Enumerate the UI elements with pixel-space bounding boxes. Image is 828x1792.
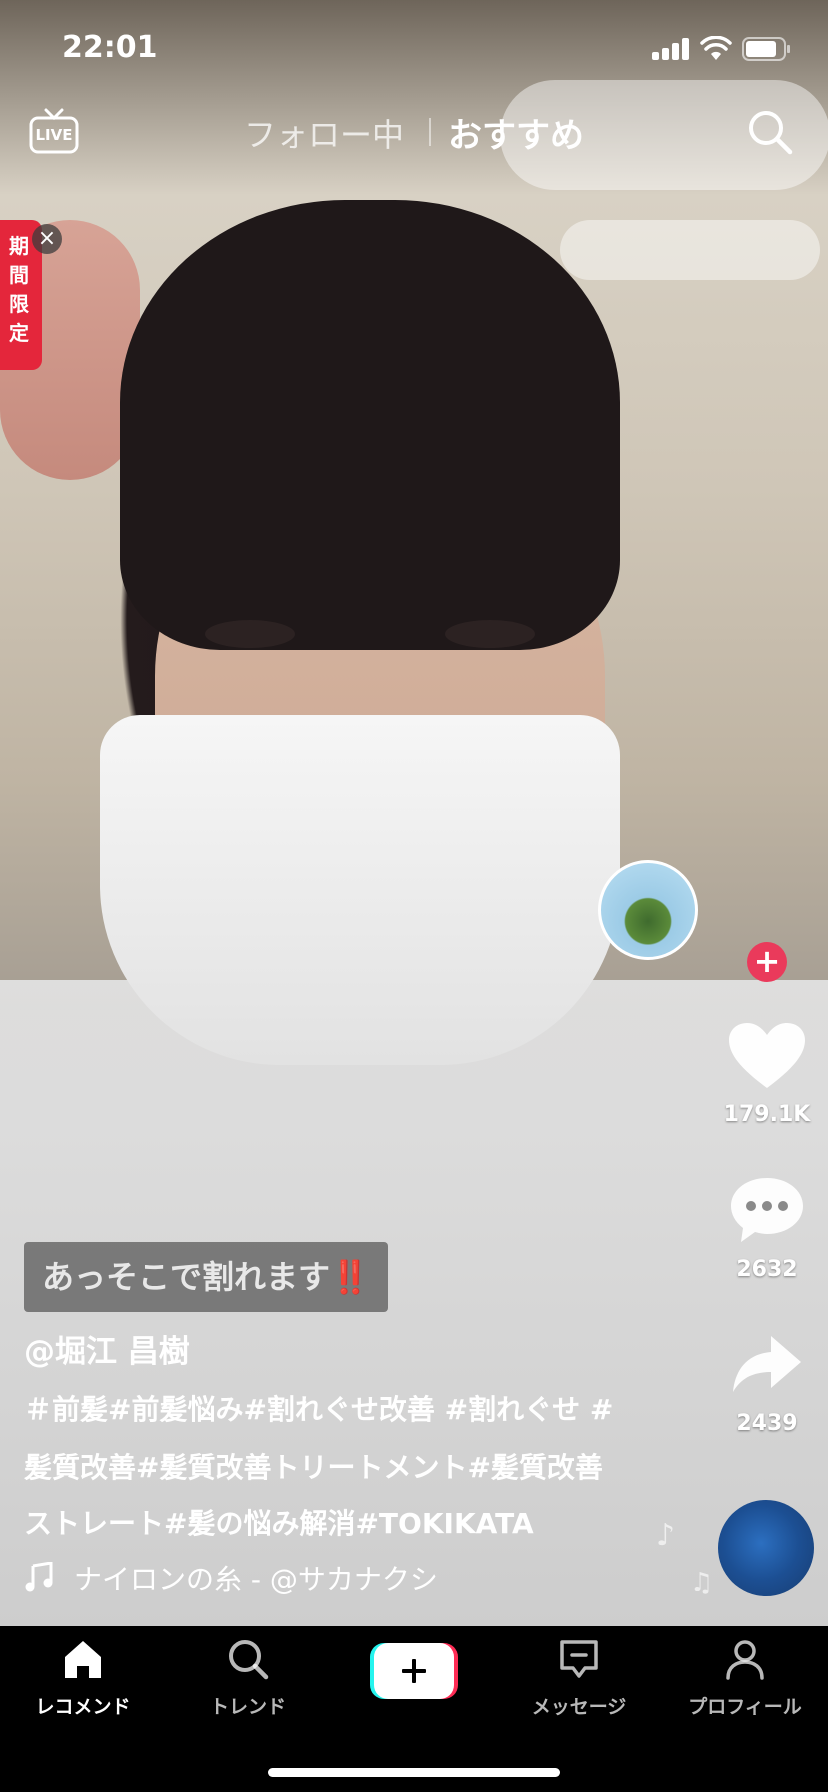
caption-line[interactable]: ＃前髪#前髪悩み#割れぐせ改善 #割れぐせ # [24, 1388, 613, 1428]
music-title[interactable]: ナイロンの糸 - @サカナクシ [74, 1558, 438, 1598]
signal-icon [652, 38, 692, 60]
nav-messages-label: メッセージ [531, 1696, 627, 1718]
home-icon [65, 1641, 101, 1678]
battery-icon [742, 37, 790, 61]
promo-label: 期間限定 [9, 234, 29, 345]
left-eye [205, 620, 295, 648]
music-note-icon [25, 1562, 53, 1592]
nav-messages[interactable]: メッセージ [504, 1626, 654, 1736]
face-mask [100, 715, 620, 1065]
search-icon[interactable] [746, 108, 794, 156]
bangs [120, 200, 620, 650]
status-bar: 22:01 [0, 0, 828, 98]
author-name[interactable]: @堀江 昌樹 [24, 1326, 190, 1371]
promo-close-icon[interactable]: × [32, 224, 62, 254]
inbox-icon [560, 1640, 598, 1678]
follow-plus-icon[interactable]: + [747, 942, 787, 982]
nav-profile-label: プロフィール [688, 1696, 802, 1718]
comment-icon[interactable] [729, 1176, 805, 1244]
home-indicator[interactable] [268, 1768, 560, 1777]
music-note-icon: ♫ [690, 1568, 714, 1598]
clock: 22:01 [62, 30, 158, 65]
nav-profile[interactable]: プロフィール [670, 1626, 820, 1736]
music-disc[interactable] [718, 1500, 814, 1596]
search-icon [229, 1640, 269, 1680]
tab-divider [429, 118, 431, 146]
caption-line[interactable]: 髪質改善#髪質改善トリートメント#髪質改善 [24, 1446, 603, 1486]
nav-trend-label: トレンド [209, 1696, 286, 1718]
share-count: 2439 [736, 1411, 798, 1436]
right-eye [445, 620, 535, 648]
caption-line[interactable]: ストレート#髪の悩み解消#TOKIKATA [24, 1502, 534, 1542]
nav-home-label: レコメンド [35, 1696, 131, 1718]
create-button[interactable] [370, 1643, 458, 1699]
like-heart-icon[interactable] [727, 1022, 807, 1092]
tab-following[interactable]: フォロー中 [244, 110, 404, 156]
live-button[interactable]: LIVE [28, 108, 80, 154]
create-plus-icon [370, 1643, 458, 1699]
profile-icon [726, 1640, 764, 1680]
top-nav: LIVE フォロー中 おすすめ [0, 100, 828, 170]
share-arrow-icon[interactable] [731, 1334, 803, 1396]
video-overlay-text: あっそこで割れます‼️ [24, 1242, 388, 1312]
nav-trend[interactable]: トレンド [173, 1626, 323, 1736]
creator-avatar[interactable] [598, 860, 698, 960]
like-count: 179.1K [723, 1102, 811, 1127]
video-player[interactable] [0, 0, 828, 1626]
nav-home[interactable]: レコメンド [8, 1626, 158, 1736]
comment-count: 2632 [736, 1257, 798, 1282]
music-note-icon: ♪ [656, 1518, 676, 1553]
live-label: LIVE [35, 126, 73, 144]
tab-for-you[interactable]: おすすめ [448, 108, 584, 157]
wifi-icon [700, 36, 732, 60]
